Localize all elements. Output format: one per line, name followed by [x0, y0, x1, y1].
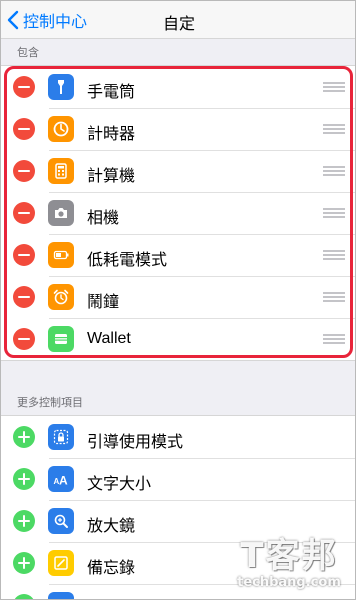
alarm-clock-icon	[48, 284, 74, 310]
magnifier-icon	[48, 508, 74, 534]
flashlight-icon	[48, 74, 74, 100]
included-list: 手電筒 計時器 計算機 相機 低耗電模式 鬧鐘 Wallet	[1, 65, 355, 361]
reorder-handle[interactable]	[323, 166, 345, 176]
remove-button[interactable]	[13, 244, 35, 266]
page-title: 自定	[162, 16, 195, 33]
remove-button[interactable]	[13, 286, 35, 308]
section-header-more: 更多控制項目	[17, 397, 83, 409]
svg-text:A: A	[59, 474, 68, 488]
list-item: 相機	[1, 192, 355, 234]
battery-icon	[48, 242, 74, 268]
list-item: 手電筒	[1, 66, 355, 108]
add-button[interactable]	[13, 426, 35, 448]
list-item: 計時器	[1, 108, 355, 150]
list-item: AA 文字大小	[1, 458, 355, 500]
item-label: 相機	[87, 210, 120, 227]
item-label: 備忘錄	[87, 560, 136, 577]
text-size-icon: AA	[48, 466, 74, 492]
item-label: 計時器	[87, 126, 136, 143]
list-item: 鬧鐘	[1, 276, 355, 318]
remove-button[interactable]	[13, 118, 35, 140]
app-icon	[48, 592, 74, 599]
calculator-icon	[48, 158, 74, 184]
reorder-handle[interactable]	[323, 334, 345, 344]
wallet-icon	[48, 326, 74, 352]
remove-button[interactable]	[13, 76, 35, 98]
list-item	[1, 584, 355, 599]
remove-button[interactable]	[13, 328, 35, 350]
navigation-bar: 控制中心 自定	[1, 1, 355, 39]
item-label: 低耗電模式	[87, 252, 168, 269]
item-label: 鬧鐘	[87, 294, 120, 311]
add-button[interactable]	[13, 468, 35, 490]
list-item: 備忘錄	[1, 542, 355, 584]
remove-button[interactable]	[13, 202, 35, 224]
reorder-handle[interactable]	[323, 250, 345, 260]
item-label: 放大鏡	[87, 518, 136, 535]
list-item: 計算機	[1, 150, 355, 192]
notes-icon	[48, 550, 74, 576]
remove-button[interactable]	[13, 160, 35, 182]
item-label: Wallet	[87, 330, 131, 347]
guided-access-icon	[48, 424, 74, 450]
list-item: 引導使用模式	[1, 416, 355, 458]
reorder-handle[interactable]	[323, 82, 345, 92]
timer-icon	[48, 116, 74, 142]
section-header-included: 包含	[17, 47, 39, 59]
list-item: Wallet	[1, 318, 355, 360]
add-button[interactable]	[13, 552, 35, 574]
reorder-handle[interactable]	[323, 292, 345, 302]
item-label: 引導使用模式	[87, 434, 184, 451]
reorder-handle[interactable]	[323, 124, 345, 134]
item-label: 手電筒	[87, 84, 136, 101]
list-item: 放大鏡	[1, 500, 355, 542]
item-label: 計算機	[87, 168, 136, 185]
screen: 控制中心 自定 包含 手電筒 計時器 計算機 相機 低耗電模式 鬧鐘 Walle…	[0, 0, 356, 600]
add-button[interactable]	[13, 594, 35, 599]
item-label: 文字大小	[87, 476, 152, 493]
camera-icon	[48, 200, 74, 226]
add-button[interactable]	[13, 510, 35, 532]
list-item: 低耗電模式	[1, 234, 355, 276]
more-controls-list: 引導使用模式 AA 文字大小 放大鏡 備忘錄	[1, 415, 355, 599]
reorder-handle[interactable]	[323, 208, 345, 218]
